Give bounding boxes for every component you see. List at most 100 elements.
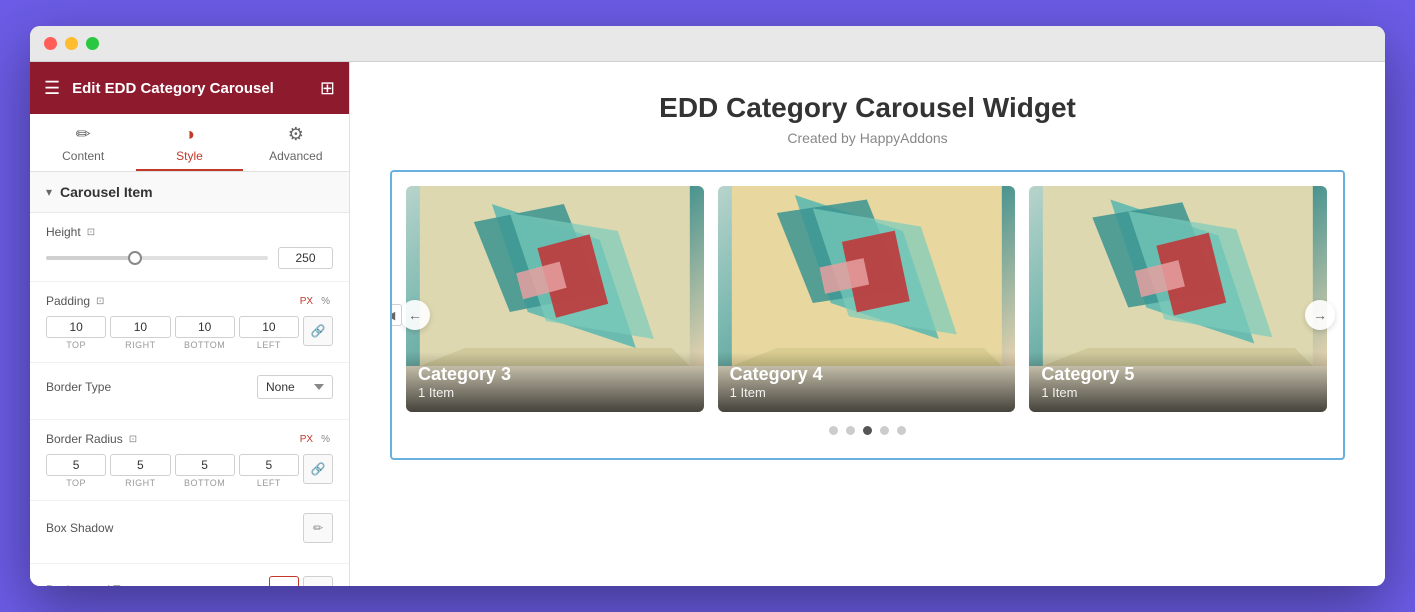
carousel-item-3[interactable]: Category 5 1 Item [1029, 186, 1327, 412]
tab-advanced-label: Advanced [269, 149, 322, 163]
padding-left-wrap: LEFT [239, 316, 299, 350]
height-input[interactable] [278, 247, 333, 269]
style-tab-icon: ◑ [184, 124, 195, 145]
geo-art-1 [406, 186, 704, 366]
padding-right-label: RIGHT [125, 340, 156, 350]
border-type-row: Border Type None Solid Dashed Dotted Dou… [46, 375, 333, 399]
height-control: Height ⊡ [30, 213, 349, 282]
background-type-label: Background Type [46, 583, 139, 586]
box-shadow-row: Box Shadow ✏ [46, 513, 333, 543]
carousel-dot-4[interactable] [880, 426, 889, 435]
border-radius-right-label: RIGHT [125, 478, 156, 488]
hamburger-icon[interactable]: ☰ [44, 78, 60, 99]
carousel-item-section[interactable]: ▾ Carousel Item [30, 172, 349, 213]
tab-style[interactable]: ◑ Style [136, 114, 242, 171]
geo-art-2 [718, 186, 1016, 366]
padding-right-input[interactable] [110, 316, 170, 338]
carousel-item-1-category: Category 3 [418, 364, 692, 385]
box-shadow-label: Box Shadow [46, 521, 113, 535]
carousel-dot-3[interactable] [863, 426, 872, 435]
padding-left-input[interactable] [239, 316, 299, 338]
height-responsive-icon: ⊡ [87, 227, 95, 238]
padding-bottom-input[interactable] [175, 316, 235, 338]
sidebar-title: Edit EDD Category Carousel [72, 80, 308, 97]
main-content: EDD Category Carousel Widget Created by … [350, 62, 1385, 586]
padding-pct-tab[interactable]: % [318, 295, 333, 308]
maximize-button[interactable] [86, 37, 99, 50]
border-type-select[interactable]: None Solid Dashed Dotted Double [257, 375, 333, 399]
sidebar-content: ▾ Carousel Item Height ⊡ [30, 172, 349, 586]
tab-advanced[interactable]: ⚙ Advanced [243, 114, 349, 171]
geo-art-3 [1029, 186, 1327, 366]
carousel-item-3-overlay: Category 5 1 Item [1029, 352, 1327, 412]
carousel-prev-button[interactable]: ← [400, 300, 430, 330]
carousel-item-1-overlay: Category 3 1 Item [406, 352, 704, 412]
padding-px-tab[interactable]: PX [297, 295, 316, 308]
carousel-collapse-button[interactable]: ◀ [390, 304, 402, 326]
carousel-item-2[interactable]: Category 4 1 Item [718, 186, 1016, 412]
border-radius-top-wrap: TOP [46, 454, 106, 488]
background-type-classic-button[interactable]: ✓ [269, 576, 299, 586]
border-radius-top-label: TOP [66, 478, 86, 488]
carousel-item-1-image [406, 186, 704, 366]
padding-top-input[interactable] [46, 316, 106, 338]
carousel-item-1-count: 1 Item [418, 385, 692, 400]
section-collapse-icon: ▾ [46, 185, 52, 199]
border-type-select-wrap: None Solid Dashed Dotted Double [257, 375, 333, 399]
widget-subtitle: Created by HappyAddons [787, 130, 947, 146]
carousel-item-1[interactable]: Category 3 1 Item [406, 186, 704, 412]
carousel-dot-5[interactable] [897, 426, 906, 435]
carousel-dot-1[interactable] [829, 426, 838, 435]
padding-inputs: TOP RIGHT BOTTOM LEFT [46, 316, 333, 350]
border-radius-top-input[interactable] [46, 454, 106, 476]
border-radius-right-wrap: RIGHT [110, 454, 170, 488]
border-radius-left-input[interactable] [239, 454, 299, 476]
padding-top-label: TOP [66, 340, 86, 350]
background-type-gradient-button[interactable]: ▤ [303, 576, 333, 586]
padding-top-wrap: TOP [46, 316, 106, 350]
padding-link-button[interactable]: 🔗 [303, 316, 333, 346]
border-radius-pct-tab[interactable]: % [318, 433, 333, 446]
border-radius-bottom-label: BOTTOM [184, 478, 225, 488]
height-slider-thumb[interactable] [128, 251, 142, 265]
border-radius-right-input[interactable] [110, 454, 170, 476]
carousel-item-3-image [1029, 186, 1327, 366]
border-radius-row: Border Radius ⊡ PX % [46, 432, 333, 446]
grid-icon[interactable]: ⊞ [320, 78, 335, 99]
content-tab-icon: ✏ [76, 124, 91, 145]
minimize-button[interactable] [65, 37, 78, 50]
tab-content-label: Content [62, 149, 104, 163]
titlebar [30, 26, 1385, 62]
tab-content[interactable]: ✏ Content [30, 114, 136, 171]
section-label: Carousel Item [60, 184, 153, 200]
carousel-dot-2[interactable] [846, 426, 855, 435]
border-radius-bottom-input[interactable] [175, 454, 235, 476]
border-radius-responsive-icon: ⊡ [129, 434, 137, 445]
border-radius-unit-tabs: PX % [297, 433, 333, 446]
padding-right-wrap: RIGHT [110, 316, 170, 350]
border-radius-link-button[interactable]: 🔗 [303, 454, 333, 484]
border-radius-px-tab[interactable]: PX [297, 433, 316, 446]
carousel-item-2-overlay: Category 4 1 Item [718, 352, 1016, 412]
border-type-control: Border Type None Solid Dashed Dotted Dou… [30, 363, 349, 420]
close-button[interactable] [44, 37, 57, 50]
padding-bottom-label: BOTTOM [184, 340, 225, 350]
carousel-container: ◀ ← → [390, 170, 1345, 460]
app-window: ☰ Edit EDD Category Carousel ⊞ ✏ Content… [30, 26, 1385, 586]
padding-left-label: LEFT [257, 340, 281, 350]
carousel-next-button[interactable]: → [1305, 300, 1335, 330]
box-shadow-edit-button[interactable]: ✏ [303, 513, 333, 543]
sidebar: ☰ Edit EDD Category Carousel ⊞ ✏ Content… [30, 62, 350, 586]
background-type-control: Background Type ✓ ▤ [30, 564, 349, 586]
advanced-tab-icon: ⚙ [288, 124, 304, 145]
border-radius-control: Border Radius ⊡ PX % TOP [30, 420, 349, 501]
border-radius-inputs: TOP RIGHT BOTTOM LEFT [46, 454, 333, 488]
border-type-label: Border Type [46, 380, 111, 394]
height-slider-fill [46, 256, 135, 260]
height-row: Height ⊡ [46, 225, 333, 239]
background-type-row: Background Type ✓ ▤ [46, 576, 333, 586]
padding-responsive-icon: ⊡ [96, 296, 104, 307]
carousel-item-2-image [718, 186, 1016, 366]
height-slider-track[interactable] [46, 256, 268, 260]
padding-unit-tabs: PX % [297, 295, 333, 308]
